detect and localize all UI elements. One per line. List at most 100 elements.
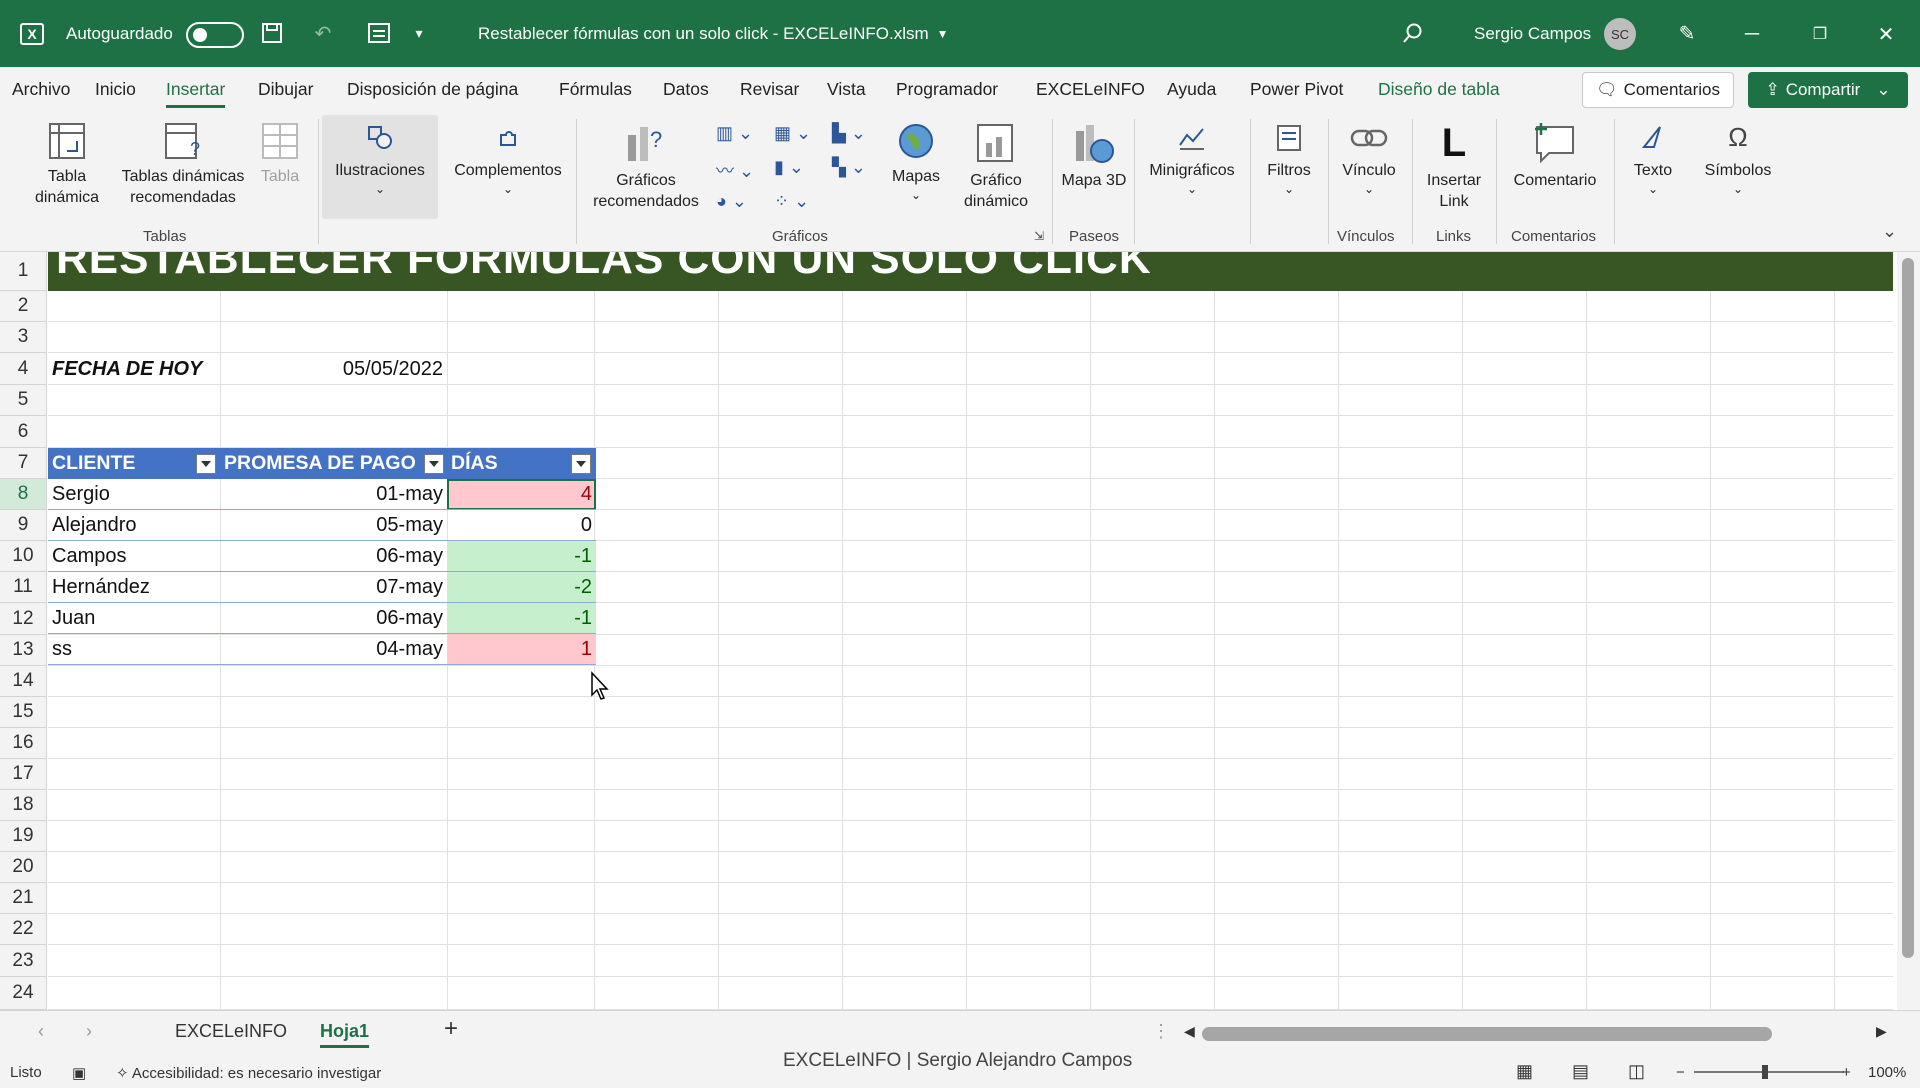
search-icon[interactable]	[1400, 20, 1426, 46]
save-icon[interactable]	[259, 20, 285, 46]
row-header[interactable]: 10	[0, 541, 47, 572]
row-header[interactable]: 7	[0, 448, 47, 479]
form-icon[interactable]	[366, 20, 392, 46]
row-header[interactable]: 16	[0, 728, 47, 759]
link-button[interactable]: Vínculo ⌄	[1334, 123, 1404, 197]
document-title[interactable]: Restablecer fórmulas con un solo click -…	[478, 0, 949, 67]
combo-chart-icon[interactable]: ▚ ⌄	[832, 157, 866, 178]
cell-dias[interactable]: -1	[447, 541, 596, 572]
row-header[interactable]: 5	[0, 385, 47, 416]
page-layout-icon[interactable]: ▤	[1572, 1061, 1589, 1082]
tab-disposicion[interactable]: Disposición de página	[347, 79, 518, 100]
page-break-icon[interactable]: ◫	[1628, 1061, 1645, 1082]
scroll-left-icon[interactable]: ‹	[38, 1021, 44, 1042]
cell-promesa[interactable]: 06-may	[220, 603, 447, 634]
zoom-slider[interactable]	[1694, 1071, 1844, 1073]
tab-vista[interactable]: Vista	[827, 79, 866, 100]
horizontal-scrollbar[interactable]	[1202, 1027, 1772, 1041]
symbols-button[interactable]: Ω Símbolos ⌄	[1694, 122, 1782, 197]
cell-cliente[interactable]: Hernández	[48, 572, 220, 603]
cell-dias[interactable]: -2	[447, 572, 596, 603]
pen-icon[interactable]: ✎	[1674, 20, 1700, 46]
cell-promesa[interactable]: 06-may	[220, 541, 447, 572]
row-header[interactable]: 19	[0, 821, 47, 852]
row-header[interactable]: 17	[0, 759, 47, 790]
tab-inicio[interactable]: Inicio	[95, 79, 136, 100]
macro-record-icon[interactable]: ▣	[72, 1064, 86, 1082]
autosave-toggle[interactable]	[186, 22, 244, 48]
row-header[interactable]: 2	[0, 291, 47, 322]
cell-dias[interactable]: 0	[447, 510, 596, 541]
splitter-icon[interactable]: ⋮	[1152, 1021, 1170, 1042]
row-header[interactable]: 4	[0, 353, 47, 385]
header-promesa[interactable]: PROMESA DE PAGO	[220, 448, 447, 479]
tab-archivo[interactable]: Archivo	[12, 79, 70, 100]
zoom-slider-thumb[interactable]	[1762, 1065, 1768, 1079]
tab-ayuda[interactable]: Ayuda	[1167, 79, 1216, 100]
tab-revisar[interactable]: Revisar	[740, 79, 799, 100]
statistic-chart-icon[interactable]: ▮ ⌄	[774, 157, 804, 178]
row-header[interactable]: 13	[0, 635, 47, 666]
filter-dropdown-icon[interactable]	[571, 454, 591, 474]
cell-promesa[interactable]: 05-may	[220, 510, 447, 541]
row-header[interactable]: 20	[0, 852, 47, 883]
cell-cliente[interactable]: Campos	[48, 541, 220, 572]
table-button[interactable]: Tabla	[250, 121, 310, 188]
column-chart-icon[interactable]: ▥ ⌄	[716, 123, 753, 144]
recommended-pivot-button[interactable]: ? Tablas dinámicas recomendadas	[116, 121, 250, 209]
minimize-icon[interactable]: ─	[1732, 14, 1772, 54]
cell-cliente[interactable]: Sergio	[48, 479, 220, 510]
line-chart-icon[interactable]: 〰 ⌄	[716, 157, 754, 183]
row-header[interactable]: 23	[0, 945, 47, 977]
cell-dias[interactable]: 4	[447, 479, 596, 510]
hscroll-right-icon[interactable]: ▶	[1876, 1023, 1887, 1040]
row-header[interactable]: 1	[0, 252, 47, 291]
cell-dias[interactable]: 1	[447, 634, 596, 665]
maps-button[interactable]: Mapas ⌄	[884, 121, 948, 203]
restore-icon[interactable]: ❐	[1800, 14, 1840, 54]
row-header[interactable]: 8	[0, 479, 47, 510]
row-header[interactable]: 18	[0, 790, 47, 821]
scatter-chart-icon[interactable]: ⁘ ⌄	[774, 191, 809, 212]
hierarchy-chart-icon[interactable]: ▦ ⌄	[774, 123, 811, 144]
pie-chart-icon[interactable]: ◕ ⌄	[716, 191, 747, 212]
row-header[interactable]: 21	[0, 883, 47, 914]
vertical-scrollbar[interactable]	[1897, 252, 1920, 1010]
share-button[interactable]: ⇪ Compartir ⌄	[1748, 72, 1908, 108]
collapse-ribbon-icon[interactable]: ⌄	[1882, 221, 1897, 242]
row-header[interactable]: 9	[0, 510, 47, 541]
tab-diseno-tabla[interactable]: Diseño de tabla	[1378, 79, 1500, 100]
dialog-launcher-icon[interactable]: ⇲	[1034, 229, 1044, 243]
insert-link-button[interactable]: L Insertar Link	[1418, 121, 1490, 213]
row-header[interactable]: 24	[0, 977, 47, 1010]
addins-button[interactable]: Complementos ⌄	[446, 123, 570, 197]
filters-button[interactable]: Filtros ⌄	[1256, 123, 1322, 197]
tab-programador[interactable]: Programador	[896, 79, 998, 100]
filter-dropdown-icon[interactable]	[196, 454, 216, 474]
scroll-right-icon[interactable]: ›	[86, 1021, 92, 1042]
cell-promesa[interactable]: 04-may	[220, 634, 447, 665]
cell-cliente[interactable]: Juan	[48, 603, 220, 634]
row-header[interactable]: 11	[0, 572, 47, 603]
tab-power-pivot[interactable]: Power Pivot	[1250, 79, 1343, 100]
sheet-tab-exceleinfo[interactable]: EXCELeINFO	[175, 1021, 287, 1042]
row-header[interactable]: 3	[0, 322, 47, 353]
comment-button[interactable]: Comentario	[1502, 121, 1608, 192]
tab-datos[interactable]: Datos	[663, 79, 709, 100]
cell-cliente[interactable]: ss	[48, 634, 220, 665]
accessibility-status[interactable]: ✧ Accesibilidad: es necesario investigar	[116, 1064, 381, 1082]
sparklines-button[interactable]: Minigráficos ⌄	[1140, 123, 1244, 197]
pivot-table-button[interactable]: Tabla dinámica	[18, 121, 116, 209]
user-name[interactable]: Sergio Campos	[1474, 0, 1591, 67]
row-header[interactable]: 22	[0, 914, 47, 945]
recommended-charts-button[interactable]: ? Gráficos recomendados	[586, 121, 706, 213]
row-header[interactable]: 15	[0, 697, 47, 728]
zoom-in-icon[interactable]: +	[1842, 1064, 1851, 1081]
tab-insertar[interactable]: Insertar	[166, 79, 226, 108]
avatar[interactable]: SC	[1604, 18, 1636, 50]
waterfall-chart-icon[interactable]: ▙ ⌄	[832, 123, 866, 144]
close-icon[interactable]: ✕	[1866, 14, 1906, 54]
pivot-chart-button[interactable]: Gráfico dinámico	[956, 121, 1036, 213]
undo-icon[interactable]: ↶	[310, 20, 336, 46]
row-header[interactable]: 6	[0, 416, 47, 448]
